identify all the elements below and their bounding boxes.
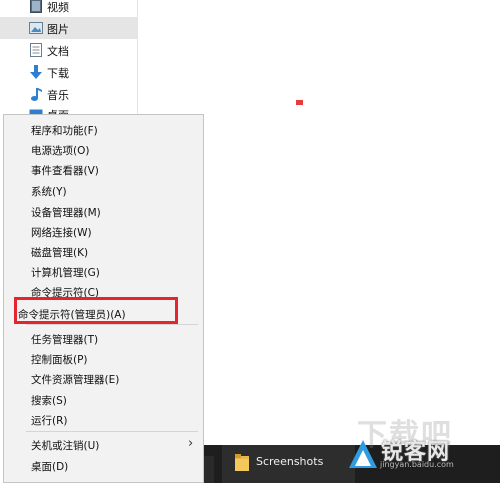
watermark: 下载吧 锐客网 jingyan.baidu.com: [345, 410, 500, 483]
menu-item-label: 程序和功能(F): [31, 125, 98, 137]
menu-item-label: 网络连接(W): [31, 227, 92, 239]
video-folder-icon: [29, 0, 43, 13]
menu-item-search[interactable]: 搜索(S): [4, 389, 203, 409]
watermark-logo-icon: [347, 438, 379, 470]
menu-item-task-manager[interactable]: 任务管理器(T): [4, 328, 203, 348]
menu-item-label: 系统(Y): [31, 186, 67, 198]
annotation-highlight-box: [14, 297, 178, 324]
nav-item-label: 音乐: [47, 89, 69, 102]
download-arrow-icon: [29, 64, 43, 79]
menu-separator: [26, 431, 198, 432]
menu-item-label: 控制面板(P): [31, 354, 88, 366]
nav-item-downloads[interactable]: 下载: [0, 61, 137, 83]
nav-item-label: 下载: [47, 67, 69, 80]
menu-item-disk-management[interactable]: 磁盘管理(K): [4, 241, 203, 261]
menu-item-desktop[interactable]: 桌面(D): [4, 455, 203, 475]
nav-item-label: 视频: [47, 1, 69, 14]
nav-item-videos[interactable]: 视频: [0, 0, 137, 17]
menu-item-label: 桌面(D): [31, 461, 69, 473]
menu-item-label: 任务管理器(T): [31, 334, 99, 346]
menu-item-computer-management[interactable]: 计算机管理(G): [4, 261, 203, 281]
menu-item-file-explorer[interactable]: 文件资源管理器(E): [4, 368, 203, 388]
menu-item-power-options[interactable]: 电源选项(O): [4, 139, 203, 159]
watermark-url: jingyan.baidu.com: [380, 460, 454, 469]
taskbar-item-label: Screenshots: [256, 455, 324, 468]
nav-item-music[interactable]: 音乐: [0, 83, 137, 105]
menu-item-shutdown-signout[interactable]: 关机或注销(U) ›: [4, 434, 203, 454]
menu-item-event-viewer[interactable]: 事件查看器(V): [4, 159, 203, 179]
menu-item-label: 电源选项(O): [31, 145, 90, 157]
nav-item-label: 文档: [47, 45, 69, 58]
nav-item-label: 图片: [47, 23, 69, 36]
taskbar-edge: [204, 456, 214, 483]
chevron-right-icon: ›: [188, 436, 194, 451]
music-note-icon: [29, 86, 43, 101]
menu-item-device-manager[interactable]: 设备管理器(M): [4, 201, 203, 221]
menu-separator: [26, 324, 198, 325]
menu-item-network-connections[interactable]: 网络连接(W): [4, 221, 203, 241]
menu-item-label: 搜索(S): [31, 395, 67, 407]
menu-item-control-panel[interactable]: 控制面板(P): [4, 348, 203, 368]
nav-item-documents[interactable]: 文档: [0, 39, 137, 61]
pictures-folder-icon: [29, 20, 43, 35]
menu-item-label: 设备管理器(M): [31, 207, 101, 219]
menu-item-label: 事件查看器(V): [31, 165, 99, 177]
menu-item-label: 计算机管理(G): [31, 267, 100, 279]
red-marker: [296, 100, 303, 105]
menu-item-programs-features[interactable]: 程序和功能(F): [4, 119, 203, 139]
folder-icon: [235, 454, 249, 472]
taskbar-item-screenshots[interactable]: Screenshots: [222, 445, 355, 483]
navigation-pane: 视频 图片 文档 下载 音乐 桌面: [0, 0, 138, 122]
menu-item-label: 运行(R): [31, 415, 68, 427]
nav-item-pictures[interactable]: 图片: [0, 17, 137, 39]
menu-item-label: 关机或注销(U): [31, 440, 100, 452]
documents-folder-icon: [29, 42, 43, 57]
menu-item-label: 磁盘管理(K): [31, 247, 89, 259]
menu-item-label: 文件资源管理器(E): [31, 374, 120, 386]
menu-item-system[interactable]: 系统(Y): [4, 180, 203, 200]
menu-item-run[interactable]: 运行(R): [4, 409, 203, 429]
